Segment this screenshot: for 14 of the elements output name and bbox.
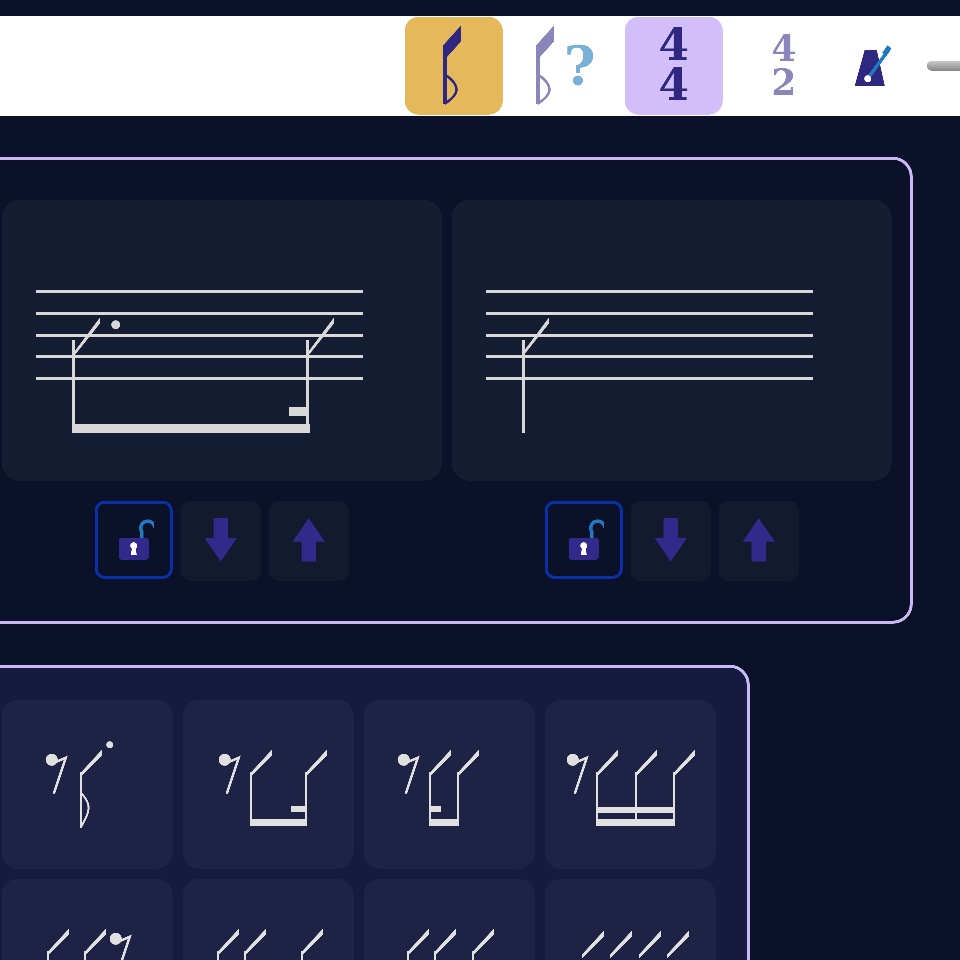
time-signature-top: 4	[658, 26, 690, 66]
question-mark: ?	[564, 39, 596, 93]
time-signature-bottom: 4	[658, 66, 690, 106]
rhythm-option-button[interactable]	[545, 700, 716, 869]
lock-button[interactable]	[95, 501, 173, 579]
guess-note-button[interactable]: ?	[515, 17, 613, 115]
time-signature-bottom: 2	[771, 66, 797, 100]
time-signature-button[interactable]: 4 2	[735, 17, 833, 115]
time-signature-button[interactable]: 4 4	[625, 17, 723, 115]
rhythm-option-button[interactable]	[183, 700, 354, 869]
lock-button[interactable]	[545, 501, 623, 579]
time-signature-top: 4	[771, 32, 797, 66]
note-button[interactable]	[405, 17, 503, 115]
rhythm-option-button[interactable]	[364, 700, 535, 869]
